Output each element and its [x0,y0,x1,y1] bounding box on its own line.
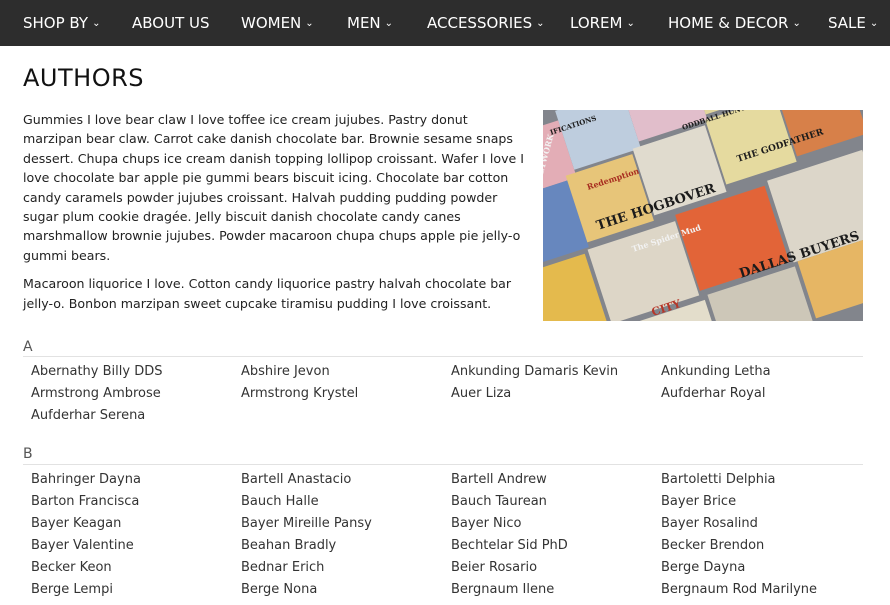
author-link[interactable]: Bednar Erich [241,557,451,579]
intro-paragraph: Macaroon liquorice I love. Cotton candy … [23,276,512,311]
author-link[interactable]: Berge Lempi [31,579,241,601]
author-link[interactable]: Armstrong Krystel [241,383,451,405]
author-link[interactable]: Bauch Halle [241,491,451,513]
author-link[interactable]: Berge Dayna [661,557,871,579]
nav-label: SHOP BY [23,14,89,32]
author-link[interactable]: Abernathy Billy DDS [31,361,241,383]
nav-home-decor[interactable]: HOME & DECOR ⌄ [668,0,801,46]
section-divider [23,464,863,465]
chevron-down-icon: ⌄ [305,18,314,29]
author-link[interactable]: Bechtelar Sid PhD [451,535,661,557]
nav-lorem[interactable]: LOREM ⌄ [570,0,635,46]
nav-label: WOMEN [241,14,302,32]
intro-text: Gummies I love bear claw I love toffee i… [23,110,525,322]
author-link[interactable]: Ankunding Damaris Kevin [451,361,661,383]
nav-label: HOME & DECOR [668,14,789,32]
intro-paragraph: Gummies I love bear claw I love toffee i… [23,112,524,263]
author-link[interactable]: Aufderhar Royal [661,383,871,405]
author-link[interactable]: Beier Rosario [451,557,661,579]
author-link[interactable]: Bayer Mireille Pansy [241,513,451,535]
author-link[interactable]: Barton Francisca [31,491,241,513]
author-link[interactable]: Ankunding Letha [661,361,871,383]
nav-label: SALE [828,14,866,32]
author-link[interactable]: Bergnaum Ilene [451,579,661,601]
main-navigation: SHOP BY ⌄ ABOUT US WOMEN ⌄ MEN ⌄ ACCESSORIE… [0,0,890,46]
author-link[interactable]: Bayer Nico [451,513,661,535]
author-link[interactable]: Bayer Valentine [31,535,241,557]
author-link[interactable]: Armstrong Ambrose [31,383,241,405]
nav-sale[interactable]: SALE ⌄ [828,0,878,46]
nav-men[interactable]: MEN ⌄ [347,0,393,46]
nav-label: ABOUT US [132,14,210,32]
author-link[interactable]: Auer Liza [451,383,661,405]
author-link[interactable]: Aufderhar Serena [31,405,241,427]
author-link[interactable]: Bayer Keagan [31,513,241,535]
chevron-down-icon: ⌄ [626,18,635,29]
books-illustration: ODDBALL HUNTING THE GODFATHER Redemption… [543,110,863,321]
page-title: AUTHORS [23,64,144,92]
author-link[interactable]: Berge Nona [241,579,451,601]
chevron-down-icon: ⌄ [92,18,101,29]
author-link[interactable]: Abshire Jevon [241,361,451,383]
author-link[interactable]: Bartell Anastacio [241,469,451,491]
nav-label: LOREM [570,14,623,32]
author-link[interactable]: Bayer Brice [661,491,871,513]
author-link[interactable]: Bergnaum Rod Marilyne [661,579,871,601]
author-link[interactable]: Bartoletti Delphia [661,469,871,491]
author-link[interactable]: Beahan Bradly [241,535,451,557]
section-letter-a: A [23,339,33,355]
author-link[interactable]: Becker Keon [31,557,241,579]
books-image: ODDBALL HUNTING THE GODFATHER Redemption… [543,110,863,321]
nav-about-us[interactable]: ABOUT US [132,0,210,46]
chevron-down-icon: ⌄ [792,18,801,29]
nav-women[interactable]: WOMEN ⌄ [241,0,314,46]
nav-label: ACCESSORIES [427,14,533,32]
chevron-down-icon: ⌄ [869,18,879,29]
chevron-down-icon: ⌄ [384,18,394,29]
author-list-b: Bahringer Dayna Bartell Anastacio Bartel… [31,469,871,601]
author-link[interactable]: Bauch Taurean [451,491,661,513]
author-link[interactable]: Becker Brendon [661,535,871,557]
author-link[interactable]: Bahringer Dayna [31,469,241,491]
nav-accessories[interactable]: ACCESSORIES ⌄ [427,0,545,46]
section-divider [23,356,863,357]
chevron-down-icon: ⌄ [536,18,545,29]
author-list-a: Abernathy Billy DDS Abshire Jevon Ankund… [31,361,871,427]
section-letter-b: B [23,446,33,462]
nav-shop-by[interactable]: SHOP BY ⌄ [23,0,100,46]
author-link[interactable]: Bayer Rosalind [661,513,871,535]
author-link[interactable]: Bartell Andrew [451,469,661,491]
nav-label: MEN [347,14,381,32]
